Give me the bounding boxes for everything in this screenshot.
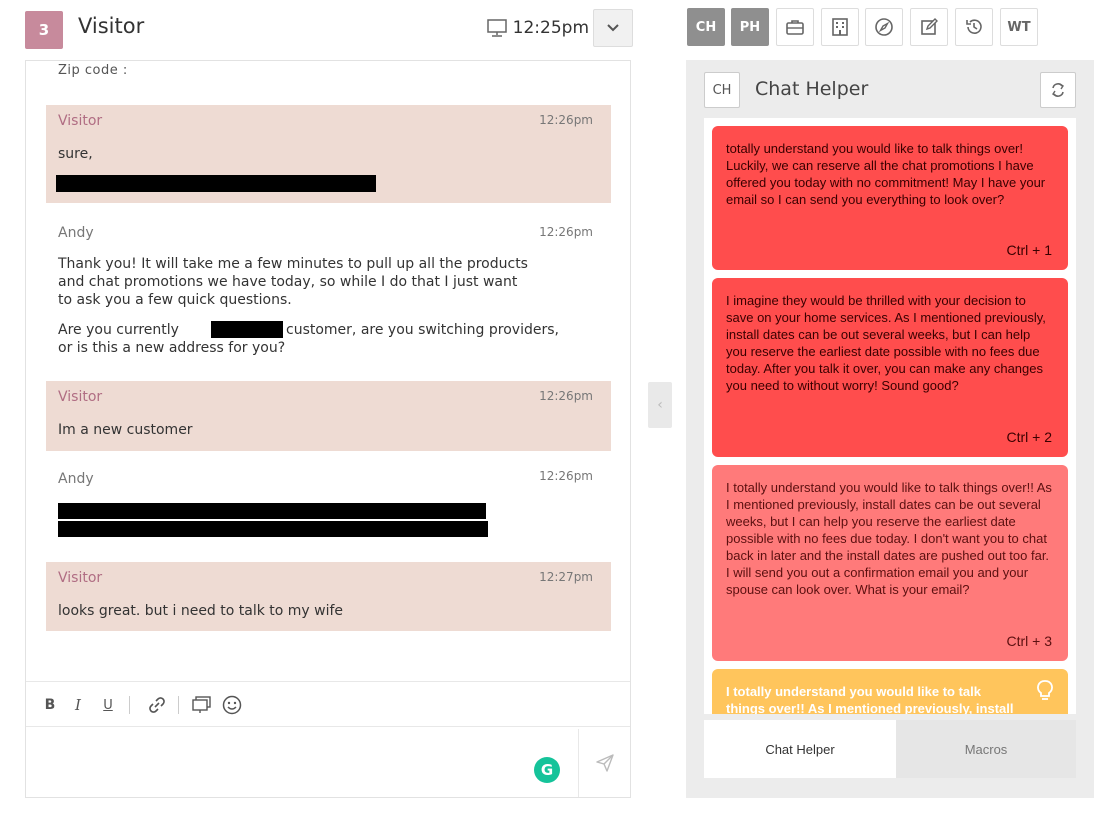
message-sender: Visitor bbox=[58, 389, 103, 405]
screens-icon bbox=[192, 696, 211, 713]
message-sender: Andy bbox=[58, 471, 94, 487]
edit-button[interactable] bbox=[910, 8, 948, 46]
history-button[interactable] bbox=[955, 8, 993, 46]
visitor-message: Visitor 12:26pm Im a new customer bbox=[46, 381, 611, 451]
cut-off-message: Zip code : bbox=[58, 63, 128, 78]
agent-message: Andy 12:26pm bbox=[46, 461, 611, 551]
message-line: to ask you a few quick questions. bbox=[58, 292, 292, 308]
suggestion-text: I imagine they would be thrilled with yo… bbox=[726, 293, 1046, 393]
helper-header: CH Chat Helper bbox=[704, 72, 1076, 112]
suggestion-card[interactable]: I totally understand you would like to t… bbox=[712, 465, 1068, 661]
chat-window: Zip code : Visitor 12:26pm sure, Andy 12… bbox=[25, 60, 631, 798]
toolbar-divider bbox=[129, 696, 130, 714]
chat-start-time: 12:25pm bbox=[512, 18, 589, 38]
edit-icon bbox=[921, 18, 938, 35]
underline-button[interactable]: U bbox=[100, 694, 116, 716]
refresh-icon bbox=[1052, 83, 1064, 97]
message-text: Im a new customer bbox=[58, 422, 193, 438]
message-text: sure, bbox=[58, 146, 93, 162]
monitor-icon bbox=[486, 19, 507, 37]
message-time: 12:26pm bbox=[539, 469, 593, 483]
send-button[interactable] bbox=[578, 729, 630, 797]
message-sender: Andy bbox=[58, 225, 94, 241]
visitor-message: Visitor 12:26pm sure, bbox=[46, 105, 611, 203]
visitor-message: Visitor 12:27pm looks great. but i need … bbox=[46, 562, 611, 631]
compose-area bbox=[26, 729, 578, 797]
message-sender: Visitor bbox=[58, 570, 103, 586]
chevron-down-icon bbox=[607, 24, 619, 32]
format-toolbar: B I U bbox=[26, 681, 630, 727]
link-icon bbox=[149, 697, 165, 713]
message-time: 12:26pm bbox=[539, 225, 593, 239]
compass-button[interactable] bbox=[865, 8, 903, 46]
message-line: Are you currently bbox=[58, 322, 179, 338]
suggestion-list[interactable]: totally understand you would like to tal… bbox=[704, 118, 1076, 714]
grammarly-icon[interactable]: G bbox=[534, 757, 560, 783]
link-button[interactable] bbox=[146, 694, 168, 716]
tool-ch-button[interactable]: CH bbox=[687, 8, 725, 46]
building-button[interactable] bbox=[821, 8, 859, 46]
building-icon bbox=[832, 18, 848, 36]
suggestion-card[interactable]: I totally understand you would like to t… bbox=[712, 669, 1068, 714]
message-line: customer, are you switching providers, bbox=[286, 322, 559, 338]
message-line: Thank you! It will take me a few minutes… bbox=[58, 256, 528, 272]
suggestion-card[interactable]: I imagine they would be thrilled with yo… bbox=[712, 278, 1068, 457]
message-time: 12:26pm bbox=[539, 389, 593, 403]
briefcase-icon bbox=[786, 20, 804, 35]
tab-macros[interactable]: Macros bbox=[896, 720, 1076, 778]
redacted-block bbox=[56, 175, 376, 192]
suggestion-text: totally understand you would like to tal… bbox=[726, 141, 1046, 207]
screen-share-button[interactable] bbox=[191, 694, 213, 716]
bold-button[interactable]: B bbox=[42, 694, 58, 716]
suggestion-card[interactable]: totally understand you would like to tal… bbox=[712, 126, 1068, 270]
header-right: 12:25pm bbox=[486, 8, 633, 48]
helper-tabs: Chat Helper Macros bbox=[704, 720, 1076, 778]
compass-icon bbox=[875, 18, 893, 36]
redacted-block bbox=[58, 503, 486, 519]
message-line: and chat promotions we have today, so wh… bbox=[58, 274, 518, 290]
chat-options-dropdown[interactable] bbox=[593, 9, 633, 47]
smiley-icon bbox=[222, 695, 242, 715]
tool-wt-button[interactable]: WT bbox=[1000, 8, 1038, 46]
refresh-button[interactable] bbox=[1040, 72, 1076, 108]
suggestion-text: I totally understand you would like to t… bbox=[726, 684, 1014, 714]
helper-title: Chat Helper bbox=[755, 78, 869, 100]
redacted-block bbox=[58, 521, 488, 537]
suggestion-shortcut: Ctrl + 1 bbox=[1006, 242, 1052, 258]
chat-count-badge: 3 bbox=[25, 11, 63, 49]
suggestion-text: I totally understand you would like to t… bbox=[726, 480, 1052, 597]
lightbulb-icon bbox=[1037, 680, 1053, 700]
chat-header: 3 Visitor 12:25pm bbox=[25, 8, 633, 49]
redacted-block bbox=[211, 321, 283, 338]
emoji-button[interactable] bbox=[221, 694, 243, 716]
briefcase-button[interactable] bbox=[776, 8, 814, 46]
chat-title: Visitor bbox=[78, 14, 145, 38]
message-sender: Visitor bbox=[58, 113, 103, 129]
suggestion-shortcut: Ctrl + 2 bbox=[1006, 429, 1052, 445]
helper-badge: CH bbox=[704, 72, 740, 108]
collapse-panel-handle[interactable]: ‹ bbox=[648, 382, 672, 428]
history-icon bbox=[966, 19, 982, 34]
message-time: 12:27pm bbox=[539, 570, 593, 584]
message-input[interactable] bbox=[26, 729, 578, 797]
suggestion-shortcut: Ctrl + 3 bbox=[1006, 633, 1052, 649]
message-text: looks great. but i need to talk to my wi… bbox=[58, 603, 344, 619]
tab-chat-helper[interactable]: Chat Helper bbox=[704, 720, 896, 778]
chevron-left-icon: ‹ bbox=[657, 397, 663, 413]
message-time: 12:26pm bbox=[539, 113, 593, 127]
toolbar-divider bbox=[178, 696, 179, 714]
italic-button[interactable]: I bbox=[70, 694, 86, 716]
chat-transcript[interactable]: Zip code : Visitor 12:26pm sure, Andy 12… bbox=[26, 61, 630, 681]
agent-message: Andy 12:26pm Thank you! It will take me … bbox=[46, 217, 611, 373]
tool-ph-button[interactable]: PH bbox=[731, 8, 769, 46]
message-line: or is this a new address for you? bbox=[58, 340, 286, 356]
send-icon bbox=[595, 754, 614, 772]
chat-helper-panel: CH Chat Helper totally understand you wo… bbox=[686, 60, 1094, 798]
